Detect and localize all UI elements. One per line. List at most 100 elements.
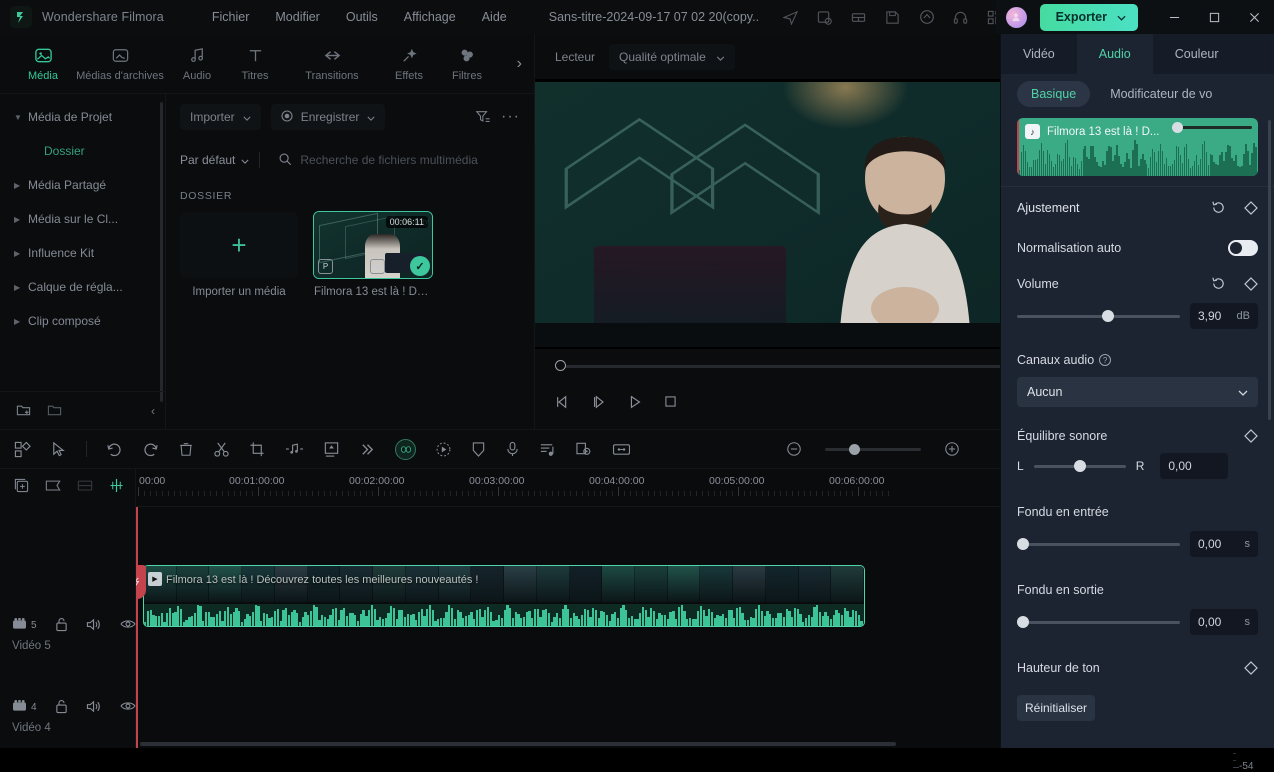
audio-ducking-icon[interactable] <box>539 441 556 458</box>
tab-audio[interactable]: Audio <box>1076 34 1153 74</box>
keyframe-diamond-icon[interactable] <box>1244 276 1258 291</box>
lock-icon[interactable] <box>55 617 68 635</box>
mask-icon[interactable] <box>471 441 486 458</box>
screen-record-icon[interactable] <box>575 441 593 457</box>
headset-icon[interactable] <box>951 7 971 27</box>
scrubber-knob[interactable] <box>555 360 566 371</box>
keyframe-diamond-icon[interactable] <box>1244 200 1258 215</box>
send-icon[interactable] <box>781 7 801 27</box>
close-button[interactable] <box>1234 0 1274 34</box>
tab-stock-media[interactable]: Médias d'archives <box>72 45 168 82</box>
sort-select[interactable]: Par défaut <box>180 153 249 167</box>
tab-titles[interactable]: Titres <box>226 45 284 82</box>
menu-aide[interactable]: Aide <box>482 10 507 24</box>
fade-out-slider[interactable] <box>1017 616 1180 628</box>
subtab-voice-modifier[interactable]: Modificateur de vo <box>1096 81 1226 107</box>
tree-item-influence-kit[interactable]: ▶ Influence Kit <box>0 236 165 270</box>
eye-icon[interactable] <box>119 618 136 633</box>
more-chevrons-icon[interactable] <box>359 441 376 458</box>
minimize-button[interactable] <box>1154 0 1194 34</box>
keyframe-diamond-icon[interactable] <box>1244 661 1258 675</box>
scrubber-track[interactable] <box>555 360 1069 371</box>
add-track-icon[interactable] <box>14 478 29 496</box>
export-button[interactable]: Exporter <box>1039 3 1138 31</box>
reset-icon[interactable] <box>1211 200 1226 215</box>
playhead-handle[interactable] <box>136 565 146 599</box>
track-header-row[interactable]: 4 Vidéo 4 <box>0 684 136 748</box>
tree-item-project-media[interactable]: ▼ Média de Projet <box>0 100 165 134</box>
import-button[interactable]: Importer <box>180 104 261 130</box>
eye-icon[interactable] <box>119 700 136 715</box>
import-plus-icon[interactable]: + <box>180 212 298 278</box>
media-thumbnail[interactable]: Creativity 00:06:11 P ▤ ✓ <box>313 211 433 279</box>
mute-icon[interactable] <box>86 617 102 635</box>
tab-media[interactable]: Média <box>14 45 72 82</box>
volume-value-box[interactable]: 3,90 dB <box>1190 303 1258 329</box>
task-list-icon[interactable] <box>815 7 835 27</box>
tabs-more-chevron-icon[interactable]: › <box>517 55 522 73</box>
balance-slider-knob[interactable] <box>1074 460 1087 472</box>
cut-icon[interactable] <box>213 441 230 458</box>
stop-icon[interactable] <box>663 394 678 412</box>
import-media-cell[interactable]: + Importer un média <box>180 212 298 298</box>
audio-detach-icon[interactable] <box>285 441 304 457</box>
tree-item-adjustment-layer[interactable]: ▶ Calque de régla... <box>0 270 165 304</box>
avatar[interactable] <box>1005 6 1027 28</box>
volume-slider-knob[interactable] <box>1101 310 1114 322</box>
delete-icon[interactable] <box>178 441 194 457</box>
select-tool-icon[interactable] <box>50 441 67 458</box>
menu-modifier[interactable]: Modifier <box>275 10 319 24</box>
mic-icon[interactable] <box>505 441 520 458</box>
more-options-icon[interactable]: ··· <box>501 108 520 126</box>
help-circle-icon[interactable]: ? <box>1099 354 1112 366</box>
audio-channels-select[interactable]: Aucun <box>1017 377 1258 407</box>
crop-icon[interactable] <box>249 441 266 458</box>
new-folder-icon[interactable] <box>16 402 31 420</box>
menu-fichier[interactable]: Fichier <box>212 10 250 24</box>
tab-audio[interactable]: Audio <box>168 45 226 82</box>
timeline-zoom-knob[interactable] <box>849 443 860 455</box>
mute-icon[interactable] <box>86 699 102 717</box>
subtab-basique[interactable]: Basique <box>1017 81 1091 107</box>
media-asset-cell[interactable]: Creativity 00:06:11 P ▤ ✓ Filmora 13 est… <box>313 211 433 298</box>
tab-couleur[interactable]: Couleur <box>1153 34 1241 74</box>
redo-icon[interactable] <box>142 441 159 458</box>
tree-item-shared-media[interactable]: ▶ Média Partagé <box>0 168 165 202</box>
motion-tracking-icon[interactable] <box>435 441 452 458</box>
properties-scrollbar[interactable] <box>1268 120 1271 420</box>
tab-transitions[interactable]: Transitions <box>284 45 380 82</box>
lock-icon[interactable] <box>55 699 68 717</box>
auto-normalize-toggle[interactable] <box>1228 240 1258 256</box>
fade-in-value-box[interactable]: 0,00 s <box>1190 531 1258 557</box>
fade-in-slider[interactable] <box>1017 538 1180 550</box>
fade-out-value-box[interactable]: 0,00 s <box>1190 609 1258 635</box>
search-field-wrapper[interactable] <box>270 146 520 174</box>
tree-scrollbar[interactable] <box>160 102 163 402</box>
cloud-upload-icon[interactable] <box>917 7 937 27</box>
tree-item-dossier[interactable]: Dossier <box>0 134 165 168</box>
fade-in-slider-knob[interactable] <box>1017 538 1029 550</box>
split-screen-icon[interactable] <box>849 7 869 27</box>
balance-slider[interactable] <box>1033 460 1126 472</box>
snap-magnet-icon[interactable] <box>109 478 124 496</box>
play-icon[interactable] <box>627 394 643 413</box>
maximize-button[interactable] <box>1194 0 1234 34</box>
reset-icon[interactable] <box>1211 276 1226 291</box>
tree-item-compound-clip[interactable]: ▶ Clip composé <box>0 304 165 338</box>
playhead[interactable] <box>136 507 146 748</box>
keyframe-diamond-icon[interactable] <box>1244 429 1258 443</box>
audio-card-trim-knob[interactable] <box>1172 122 1183 133</box>
zoom-out-icon[interactable] <box>786 441 802 457</box>
filter-icon[interactable] <box>475 109 491 125</box>
record-button[interactable]: Enregistrer <box>270 104 386 130</box>
folder-icon[interactable] <box>47 402 62 420</box>
keyframe-icon[interactable] <box>323 441 340 458</box>
resize-icon[interactable] <box>612 442 631 457</box>
zoom-in-icon[interactable] <box>944 441 960 457</box>
tree-item-cloud-media[interactable]: ▶ Média sur le Cl... <box>0 202 165 236</box>
audio-clip-card[interactable]: ♪ Filmora 13 est là ! D... <box>1017 118 1258 176</box>
save-icon[interactable] <box>883 7 903 27</box>
prev-frame-icon[interactable] <box>555 394 571 413</box>
collapse-panel-icon[interactable]: ‹ <box>151 404 155 418</box>
timeline-horizontal-scrollbar[interactable] <box>140 742 896 746</box>
